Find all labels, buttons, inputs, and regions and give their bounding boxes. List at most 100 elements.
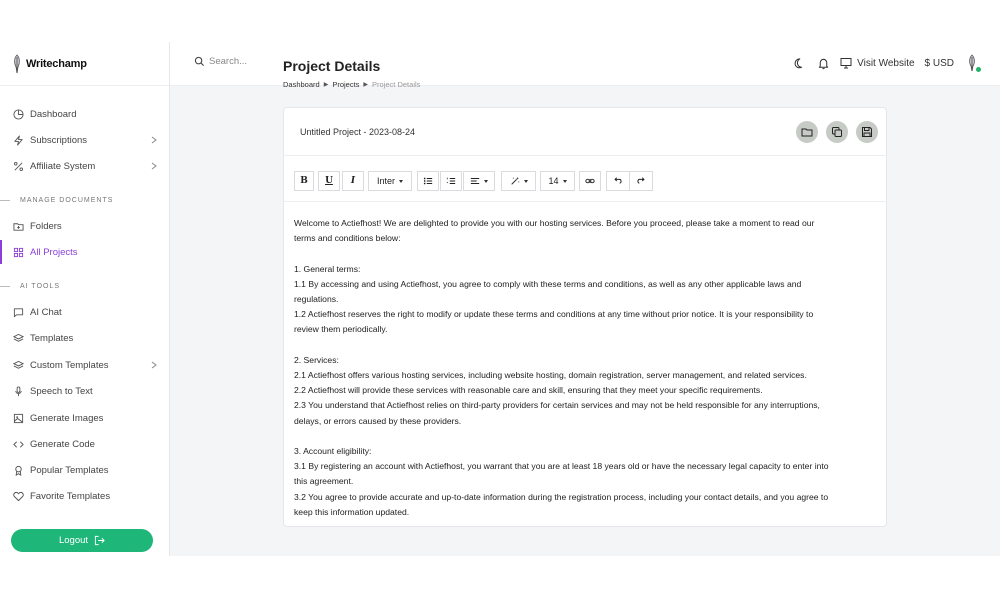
- sidebar-item-label: Affiliate System: [30, 160, 96, 172]
- numbered-list-button[interactable]: [440, 171, 462, 191]
- document-line: 2.3 You understand that Actiefhost relie…: [294, 400, 820, 411]
- save-icon: [862, 127, 872, 137]
- bolt-icon: [12, 134, 24, 146]
- sidebar-item-generate-images[interactable]: Generate Images: [0, 406, 170, 430]
- font-size-select[interactable]: 14: [540, 171, 575, 191]
- sidebar-item-label: Subscriptions: [30, 134, 88, 146]
- card-header: Untitled Project - 2023-08-24: [284, 108, 886, 156]
- section-label-ai-tools: AI TOOLS: [0, 283, 170, 290]
- document-line: regulations.: [294, 294, 339, 304]
- breadcrumb-separator-icon: ▶: [323, 82, 329, 88]
- section-label-text: AI TOOLS: [20, 283, 61, 290]
- document-line: 1.2 Actiefhost reserves the right to mod…: [294, 309, 814, 320]
- topbar-actions: Visit Website $ USD: [778, 54, 981, 72]
- sidebar-item-generate-code[interactable]: Generate Code: [0, 432, 170, 456]
- project-editor-card: Untitled Project - 2023-08-24 B U I Inte…: [283, 107, 887, 527]
- document-line: 2.2 Actiefhost will provide these servic…: [294, 385, 763, 396]
- undo-button[interactable]: [606, 171, 630, 191]
- sidebar-item-favorite-templates[interactable]: Favorite Templates: [0, 484, 170, 508]
- online-status-dot: [976, 67, 981, 72]
- bullet-list-icon: [423, 177, 433, 185]
- copy-button[interactable]: [826, 121, 848, 143]
- percent-icon: [12, 160, 24, 172]
- avatar[interactable]: [964, 54, 981, 72]
- magic-wand-select[interactable]: [501, 171, 536, 191]
- grid-icon: [12, 246, 24, 258]
- underline-button[interactable]: U: [318, 171, 340, 191]
- sidebar-item-folders[interactable]: Folders: [0, 214, 170, 238]
- breadcrumb-projects[interactable]: Projects: [332, 80, 359, 89]
- document-line: 2.1 Actiefhost offers various hosting se…: [294, 370, 807, 380]
- sidebar-item-speech-to-text[interactable]: Speech to Text: [0, 379, 170, 403]
- logout-button[interactable]: Logout: [11, 529, 153, 552]
- document-editor[interactable]: Welcome to Actiefhost! We are delighted …: [294, 216, 874, 520]
- layers-icon: [12, 332, 24, 344]
- bullet-list-button[interactable]: [417, 171, 439, 191]
- move-to-folder-button[interactable]: [796, 121, 818, 143]
- sidebar-item-label: Folders: [30, 220, 62, 232]
- sidebar-item-label: Popular Templates: [30, 464, 109, 476]
- align-select[interactable]: [463, 171, 495, 191]
- sidebar-item-affiliate[interactable]: Affiliate System: [0, 154, 170, 178]
- section-label-manage-documents: MANAGE DOCUMENTS: [0, 197, 170, 204]
- font-size-value: 14: [548, 176, 559, 186]
- sidebar-item-subscriptions[interactable]: Subscriptions: [0, 128, 170, 152]
- magic-wand-icon: [510, 176, 519, 185]
- document-line: 3.2 You agree to provide accurate and up…: [294, 491, 829, 502]
- editor-toolbar: B U I Inter 14: [284, 156, 886, 202]
- currency-selector[interactable]: $ USD: [925, 58, 954, 69]
- search-icon: [194, 56, 205, 67]
- dashboard-icon: [12, 108, 24, 120]
- sidebar-item-popular-templates[interactable]: Popular Templates: [0, 458, 170, 482]
- moon-icon[interactable]: [790, 56, 804, 70]
- sidebar-item-dashboard[interactable]: Dashboard: [0, 102, 170, 126]
- save-button[interactable]: [856, 121, 878, 143]
- link-button[interactable]: [579, 171, 601, 191]
- layers-icon: [12, 359, 24, 371]
- document-line: 1.1 By accessing and using Actiefhost, y…: [294, 278, 802, 289]
- sidebar-item-all-projects[interactable]: All Projects: [0, 240, 170, 264]
- sidebar-item-label: Dashboard: [30, 108, 77, 120]
- sidebar-item-label: Custom Templates: [30, 359, 109, 371]
- section-divider: [0, 200, 10, 201]
- project-name[interactable]: Untitled Project - 2023-08-24: [300, 127, 415, 137]
- sidebar-item-label: Generate Code: [30, 438, 95, 450]
- sidebar-item-label: AI Chat: [30, 306, 62, 318]
- caret-down-icon: [484, 179, 488, 183]
- heart-icon: [12, 490, 24, 502]
- font-family-select[interactable]: Inter: [368, 171, 412, 191]
- breadcrumb-dashboard[interactable]: Dashboard: [283, 80, 320, 89]
- undo-icon: [614, 177, 622, 184]
- sidebar-item-ai-chat[interactable]: AI Chat: [0, 300, 170, 324]
- visit-website-label: Visit Website: [857, 57, 915, 69]
- sidebar-item-custom-templates[interactable]: Custom Templates: [0, 353, 170, 377]
- search-input[interactable]: Search...: [194, 56, 247, 67]
- sidebar-item-label: Speech to Text: [30, 385, 93, 397]
- code-icon: [12, 438, 24, 450]
- bell-icon[interactable]: [816, 56, 830, 70]
- section-divider: [0, 286, 10, 287]
- document-line: review them periodically.: [294, 324, 388, 335]
- align-left-icon: [470, 178, 480, 184]
- italic-button[interactable]: I: [342, 171, 364, 191]
- redo-button[interactable]: [629, 171, 653, 191]
- sidebar-item-label: Favorite Templates: [30, 490, 111, 502]
- brand-name: Writechamp: [26, 57, 87, 70]
- folder-icon: [801, 128, 813, 137]
- award-icon: [12, 464, 24, 476]
- sidebar-item-templates[interactable]: Templates: [0, 326, 170, 350]
- document-line: terms and conditions below:: [294, 233, 401, 244]
- chevron-right-icon: [151, 361, 157, 369]
- brand[interactable]: Writechamp: [0, 42, 169, 86]
- font-family-value: Inter: [376, 176, 395, 186]
- bold-button[interactable]: B: [294, 171, 314, 191]
- chevron-right-icon: [151, 162, 157, 170]
- folder-icon: [12, 220, 24, 232]
- page-title: Project Details: [283, 58, 381, 74]
- feather-logo-icon: [14, 53, 20, 73]
- sidebar-item-label: All Projects: [30, 246, 78, 258]
- visit-website-link[interactable]: Visit Website: [840, 57, 915, 69]
- caret-down-icon: [562, 179, 567, 183]
